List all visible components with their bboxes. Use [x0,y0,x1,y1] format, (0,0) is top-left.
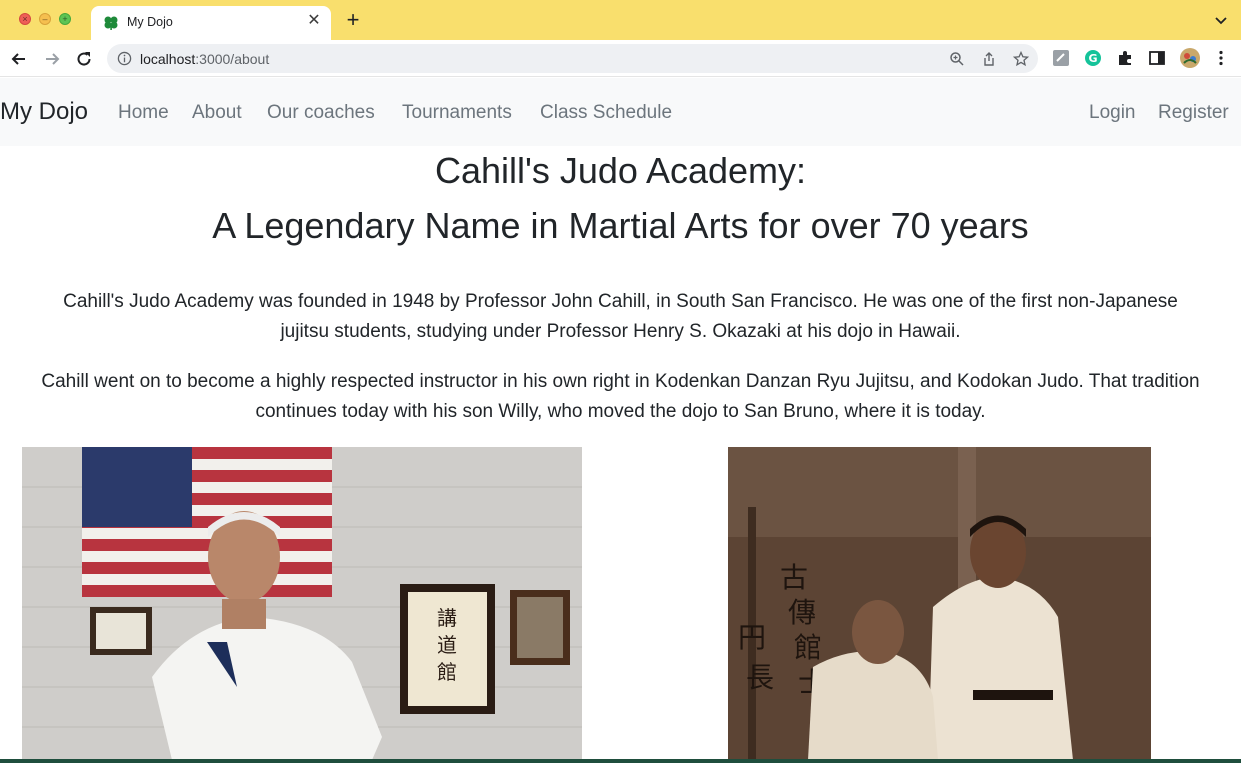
minimize-window-button[interactable]: – [39,13,51,25]
intro-paragraph-line-1: Cahill's Judo Academy was founded in 194… [63,291,1178,312]
browser-toolbar: localhost:3000/about G [0,40,1241,77]
more-menu-icon[interactable] [1212,49,1230,67]
history-paragraph-line-2: continues today with his son Willy, who … [255,401,986,422]
nav-link-register[interactable]: Register [1158,102,1229,124]
address-bar[interactable]: localhost:3000/about [107,44,1038,73]
photo-historic-judoka: 古傳館士 円長 [728,447,1151,760]
site-info-icon[interactable] [117,51,132,66]
brand-logo[interactable]: My Dojo [0,98,88,126]
intro-paragraph-line-2: jujitsu students, studying under Profess… [280,321,961,342]
clover-icon [104,16,118,30]
photo-professor-cahill: 講 道 館 [22,447,582,760]
tab-title: My Dojo [127,15,173,29]
nav-link-tournaments[interactable]: Tournaments [402,102,512,124]
close-window-button[interactable]: × [19,13,31,25]
share-icon[interactable] [981,51,997,67]
tab-close-icon[interactable]: ✕ [305,12,323,30]
nav-link-about[interactable]: About [192,102,242,124]
svg-text:傳: 傳 [788,596,816,629]
svg-text:古: 古 [780,561,808,594]
url-text: localhost:3000/about [140,51,269,67]
history-paragraph-line-1: Cahill went on to become a highly respec… [41,371,1200,392]
page-title-line-1: Cahill's Judo Academy: [434,150,807,191]
nav-link-login[interactable]: Login [1089,102,1136,124]
browser-tab[interactable]: My Dojo ✕ [91,6,331,40]
back-arrow-icon[interactable] [9,49,29,69]
reload-icon[interactable] [74,49,94,69]
url-path: :3000/about [195,51,270,67]
svg-text:館: 館 [437,660,457,684]
new-tab-button[interactable]: + [342,9,364,32]
side-panel-icon[interactable] [1148,49,1166,67]
grammarly-icon[interactable]: G [1084,49,1102,67]
svg-text:円: 円 [738,621,766,654]
maximize-window-button[interactable]: + [59,13,71,25]
svg-text:長: 長 [746,661,774,694]
nav-link-our-coaches[interactable]: Our coaches [267,102,375,124]
page-bottom-border [0,759,1241,763]
zoom-icon[interactable] [949,51,965,67]
svg-text:講: 講 [437,606,457,630]
browser-tab-bar: × – + My Dojo ✕ + [0,0,1241,40]
profile-avatar-icon[interactable] [1179,47,1201,69]
nav-link-class-schedule[interactable]: Class Schedule [540,102,672,124]
url-host: localhost [140,51,196,67]
svg-text:G: G [1088,52,1097,65]
forward-arrow-icon[interactable] [42,49,62,69]
nav-link-home[interactable]: Home [118,102,169,124]
svg-text:道: 道 [437,633,457,657]
extension-icon[interactable] [1052,49,1070,67]
puzzle-icon[interactable] [1116,49,1134,67]
bookmark-star-icon[interactable] [1013,51,1029,67]
site-navbar: My Dojo Home About Our coaches Tournamen… [0,78,1241,146]
chevron-down-icon[interactable] [1213,12,1229,28]
page-title-line-2: A Legendary Name in Martial Arts for ove… [212,205,1029,246]
svg-text:館: 館 [794,631,822,664]
